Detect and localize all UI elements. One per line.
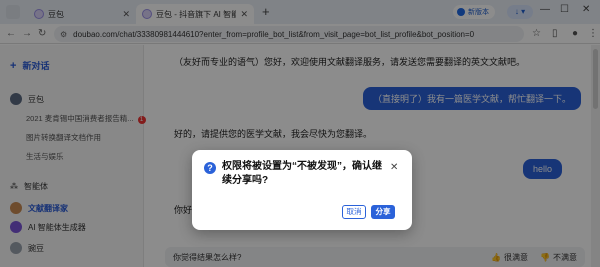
share-button[interactable]: 分享 xyxy=(371,205,395,219)
cancel-button[interactable]: 取消 xyxy=(342,205,366,219)
close-icon[interactable]: ✕ xyxy=(390,162,398,173)
question-icon: ? xyxy=(204,162,216,174)
dialog-title: 权限将被设置为“不被发现”，确认继续分享吗? xyxy=(222,161,382,186)
share-confirm-dialog: ? 权限将被设置为“不被发现”，确认继续分享吗? ✕ 取消 分享 xyxy=(192,150,412,230)
